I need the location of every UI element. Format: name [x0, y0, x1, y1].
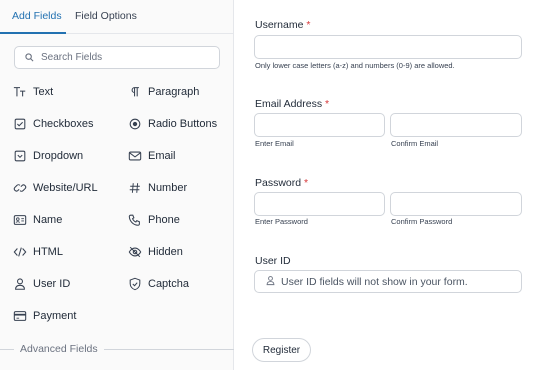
panel-tabs: Add Fields Field Options	[0, 0, 234, 34]
search-icon	[25, 49, 34, 67]
field-label: Paragraph	[148, 86, 200, 98]
field-label: User ID	[33, 278, 71, 290]
enter-password-hint: Enter Password	[255, 217, 308, 226]
search-input[interactable]: Search Fields	[14, 46, 220, 69]
field-checkboxes[interactable]: Checkboxes	[12, 115, 94, 133]
code-icon	[12, 244, 28, 260]
confirm-password-input[interactable]	[390, 192, 522, 216]
field-paragraph[interactable]: Paragraph	[127, 83, 199, 101]
username-input[interactable]	[254, 35, 522, 59]
required-marker: *	[325, 98, 330, 110]
id-card-icon	[12, 212, 28, 228]
field-label: Number	[148, 182, 188, 194]
username-hint: Only lower case letters (a-z) and number…	[255, 61, 455, 70]
field-label: Payment	[33, 310, 77, 322]
field-dropdown[interactable]: Dropdown	[12, 147, 83, 165]
user-id-label: User ID	[255, 255, 291, 267]
field-label: Name	[33, 214, 63, 226]
field-phone[interactable]: Phone	[127, 211, 180, 229]
active-tab-indicator	[0, 32, 66, 34]
advanced-fields-label: Advanced Fields	[20, 343, 98, 355]
field-user-id[interactable]: User ID	[12, 275, 70, 293]
field-label: Phone	[148, 214, 180, 226]
enter-email-hint: Enter Email	[255, 139, 294, 148]
field-website-url[interactable]: Website/URL	[12, 179, 98, 197]
field-label: Radio Buttons	[148, 118, 218, 130]
email-label-text: Email Address	[255, 98, 323, 110]
username-label-text: Username	[255, 19, 304, 31]
divider-line	[0, 349, 14, 350]
field-label: Dropdown	[33, 150, 84, 162]
field-payment[interactable]: Payment	[12, 307, 76, 325]
field-label: Website/URL	[33, 182, 98, 194]
field-label: Email	[148, 150, 176, 162]
field-label: HTML	[33, 246, 63, 258]
user-icon	[12, 276, 28, 292]
tab-field-options[interactable]: Field Options	[75, 10, 137, 22]
divider-line	[104, 349, 234, 350]
user-id-field[interactable]: User ID fields will not show in your for…	[254, 270, 522, 293]
password-label: Password *	[255, 177, 308, 189]
field-label: Captcha	[148, 278, 189, 290]
confirm-password-hint: Confirm Password	[391, 217, 453, 226]
user-id-placeholder: User ID fields will not show in your for…	[281, 275, 468, 288]
eye-off-icon	[127, 244, 143, 260]
field-html[interactable]: HTML	[12, 243, 63, 261]
text-icon	[12, 84, 28, 100]
hash-icon	[127, 180, 143, 196]
field-label: Hidden	[148, 246, 183, 258]
field-name[interactable]: Name	[12, 211, 62, 229]
field-hidden[interactable]: Hidden	[127, 243, 183, 261]
dropdown-icon	[12, 148, 28, 164]
field-label: Checkboxes	[33, 118, 94, 130]
password-input[interactable]	[254, 192, 385, 216]
search-placeholder: Search Fields	[41, 52, 103, 63]
field-label: Text	[33, 86, 54, 98]
email-input[interactable]	[254, 113, 385, 137]
checkbox-icon	[12, 116, 28, 132]
user-icon	[265, 273, 276, 291]
link-icon	[12, 180, 28, 196]
tab-add-fields[interactable]: Add Fields	[12, 10, 62, 22]
radio-icon	[127, 116, 143, 132]
fields-panel: Add Fields Field Options Search Fields T…	[0, 0, 234, 370]
field-email[interactable]: Email	[127, 147, 176, 165]
shield-check-icon	[127, 276, 143, 292]
confirm-email-hint: Confirm Email	[391, 139, 439, 148]
password-label-text: Password	[255, 177, 302, 189]
field-text[interactable]: Text	[12, 83, 53, 101]
paragraph-icon	[127, 84, 143, 100]
credit-card-icon	[12, 308, 28, 324]
field-radio-buttons[interactable]: Radio Buttons	[127, 115, 217, 133]
register-button[interactable]: Register	[252, 338, 311, 362]
username-label: Username *	[255, 19, 310, 31]
required-marker: *	[304, 177, 309, 189]
advanced-fields-divider[interactable]: Advanced Fields	[0, 342, 234, 356]
email-label: Email Address *	[255, 98, 329, 110]
field-captcha[interactable]: Captcha	[127, 275, 189, 293]
phone-icon	[127, 212, 143, 228]
field-number[interactable]: Number	[127, 179, 187, 197]
confirm-email-input[interactable]	[390, 113, 522, 137]
envelope-icon	[127, 148, 143, 164]
required-marker: *	[306, 19, 311, 31]
